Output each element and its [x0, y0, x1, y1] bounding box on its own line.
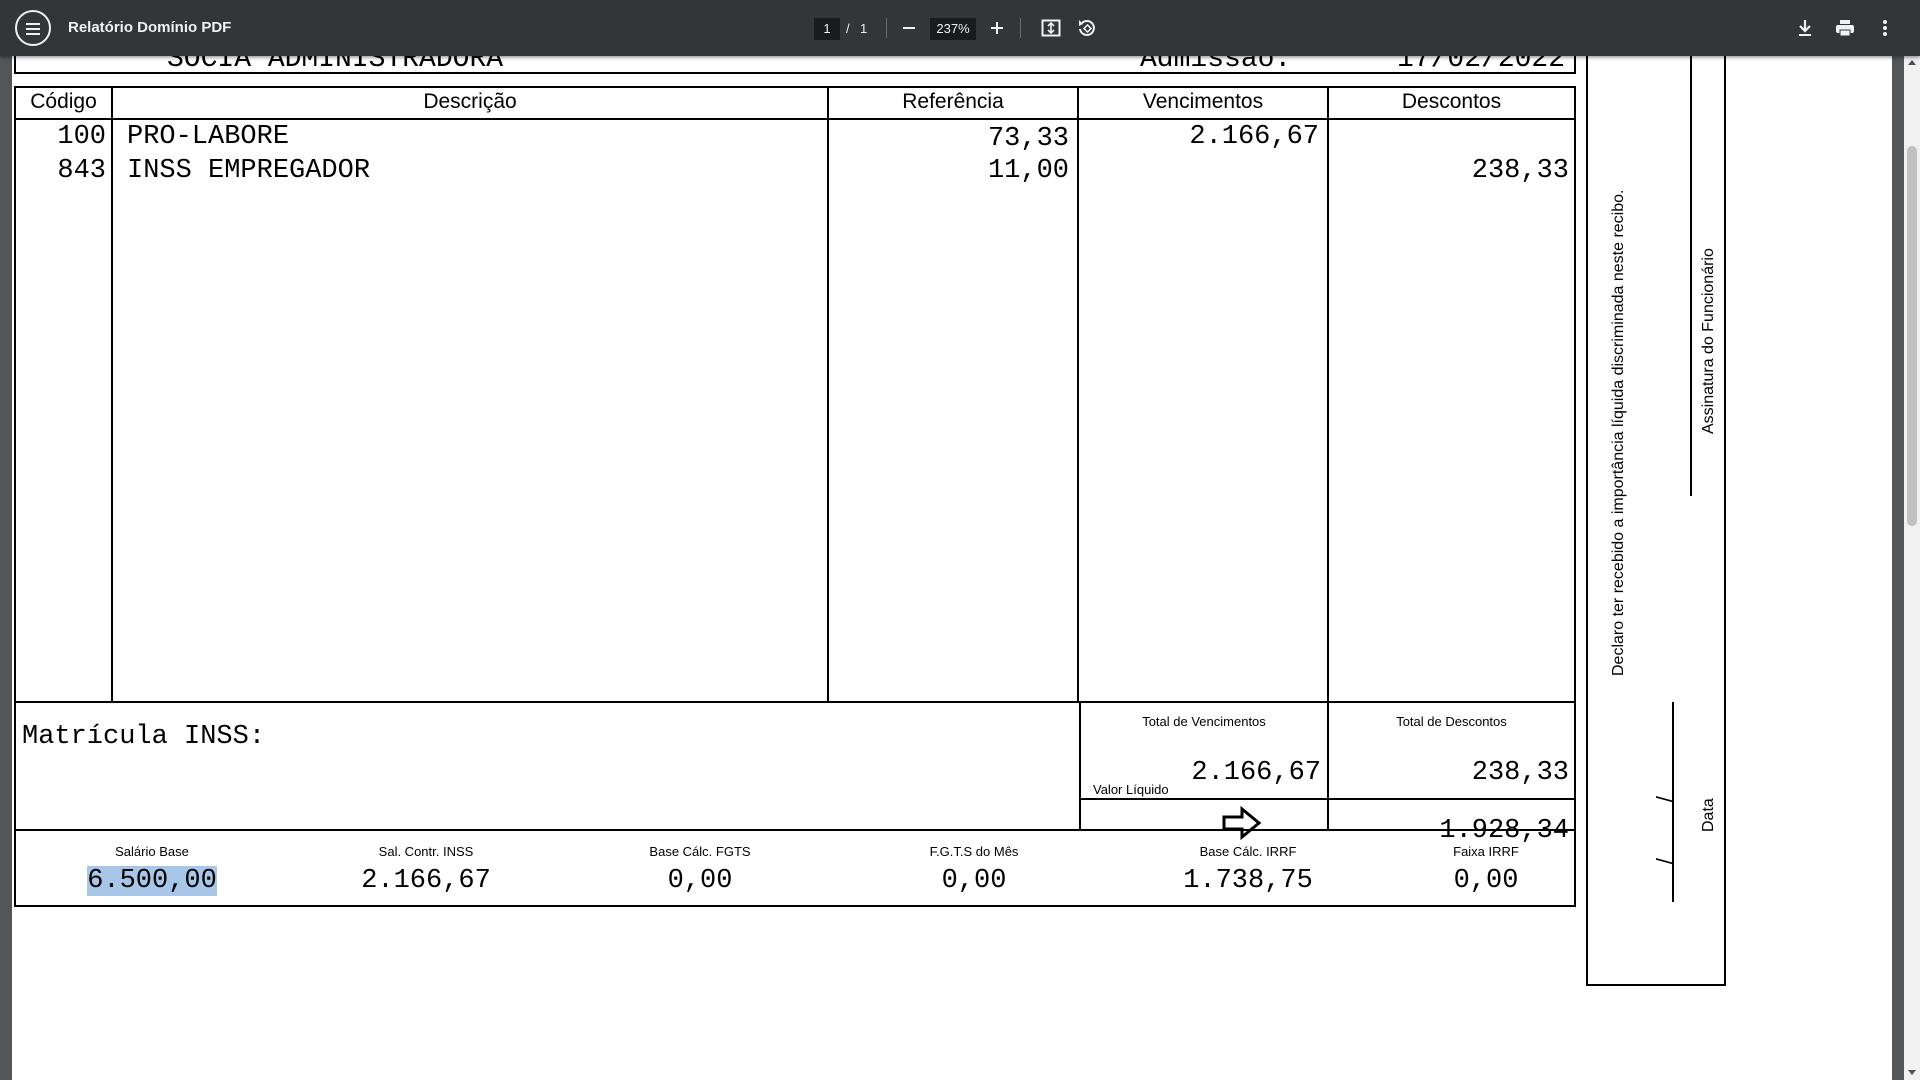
fgts-mes-label: F.G.T.S do Mês — [929, 844, 1019, 859]
fgts-mes-value: 0,00 — [941, 866, 1007, 896]
document-viewport[interactable]: SOCIA ADMINISTRADORA Admissão: 17/02/202… — [0, 56, 1904, 1080]
valor-liquido-label: Valor Líquido — [1093, 782, 1169, 797]
receipt-declaration-box — [1586, 56, 1726, 986]
salario-base-label: Salário Base — [115, 844, 189, 859]
date-slash: / — [1652, 795, 1678, 803]
header-referencia: Referência — [902, 90, 1004, 113]
pdf-toolbar: Relatório Domínio PDF 1 / 1 237% — [0, 0, 1920, 56]
row-referencia: 11,00 — [987, 156, 1069, 186]
total-descontos-value: 238,33 — [1471, 758, 1569, 788]
employee-role: SOCIA ADMINISTRADORA — [167, 56, 504, 75]
zoom-level-input[interactable]: 237% — [930, 18, 976, 40]
row-descricao: INSS EMPREGADOR — [127, 156, 371, 186]
row-codigo: 100 — [57, 122, 106, 152]
header-descricao: Descrição — [423, 90, 517, 113]
signature-line — [1690, 56, 1692, 496]
rotate-icon[interactable] — [1072, 14, 1102, 42]
admission-date: 17/02/2022 — [1397, 56, 1566, 75]
zoom-out-icon[interactable] — [894, 14, 924, 42]
row-vencimentos: 2.166,67 — [1189, 122, 1319, 152]
toolbar-divider — [886, 18, 887, 38]
more-icon[interactable] — [1870, 14, 1900, 42]
menu-icon[interactable] — [15, 10, 51, 46]
faixa-irrf-label: Faixa IRRF — [1453, 844, 1519, 859]
page-total: 1 — [860, 21, 868, 36]
scroll-thumb[interactable] — [1907, 146, 1917, 526]
sal-contr-inss-label: Sal. Contr. INSS — [378, 844, 474, 859]
base-calc-fgts-label: Base Cálc. FGTS — [649, 844, 751, 859]
base-calc-fgts-value: 0,00 — [667, 866, 733, 896]
page-separator: / — [846, 21, 850, 36]
download-icon[interactable] — [1790, 14, 1820, 42]
header-descontos: Descontos — [1401, 90, 1502, 113]
vertical-scrollbar[interactable] — [1904, 56, 1920, 1080]
row-referencia: 73,33 — [987, 124, 1069, 154]
toolbar-divider — [1020, 18, 1021, 38]
header-divider — [14, 118, 1576, 120]
fit-page-icon[interactable] — [1036, 14, 1066, 42]
header-vencimentos: Vencimentos — [1142, 90, 1264, 113]
base-calc-irrf-label: Base Cálc. IRRF — [1199, 844, 1297, 859]
total-vencimentos-label: Total de Vencimentos — [1142, 714, 1266, 729]
pdf-page: SOCIA ADMINISTRADORA Admissão: 17/02/202… — [12, 56, 1892, 1080]
salario-base-value: 6.500,00 — [87, 866, 217, 896]
scroll-down-icon[interactable] — [1908, 1070, 1916, 1075]
column-divider — [1077, 86, 1079, 703]
row-descricao: PRO-LABORE — [127, 122, 290, 152]
date-slash: / — [1652, 857, 1678, 865]
admission-label: Admissão: — [1140, 56, 1292, 75]
document-title: Relatório Domínio PDF — [68, 19, 232, 36]
faixa-irrf-value: 0,00 — [1453, 866, 1519, 896]
total-descontos-label: Total de Descontos — [1396, 714, 1507, 729]
date-label: Data — [1700, 798, 1717, 832]
scroll-up-icon[interactable] — [1908, 60, 1916, 65]
row-descontos: 238,33 — [1471, 156, 1569, 186]
row-codigo: 843 — [57, 156, 106, 186]
column-divider — [111, 86, 113, 703]
print-icon[interactable] — [1830, 14, 1860, 42]
header-codigo: Código — [30, 90, 97, 113]
page-number-input[interactable]: 1 — [814, 18, 840, 40]
zoom-in-icon[interactable] — [982, 14, 1012, 42]
signature-label: Assinatura do Funcionário — [1700, 248, 1717, 434]
matricula-inss-label: Matrícula INSS: — [22, 722, 266, 752]
base-calc-irrf-value: 1.738,75 — [1183, 866, 1313, 896]
sal-contr-inss-value: 2.166,67 — [361, 866, 491, 896]
declaration-text: Declaro ter recebido a importância líqui… — [1610, 189, 1627, 676]
totals-divider — [1079, 798, 1576, 800]
